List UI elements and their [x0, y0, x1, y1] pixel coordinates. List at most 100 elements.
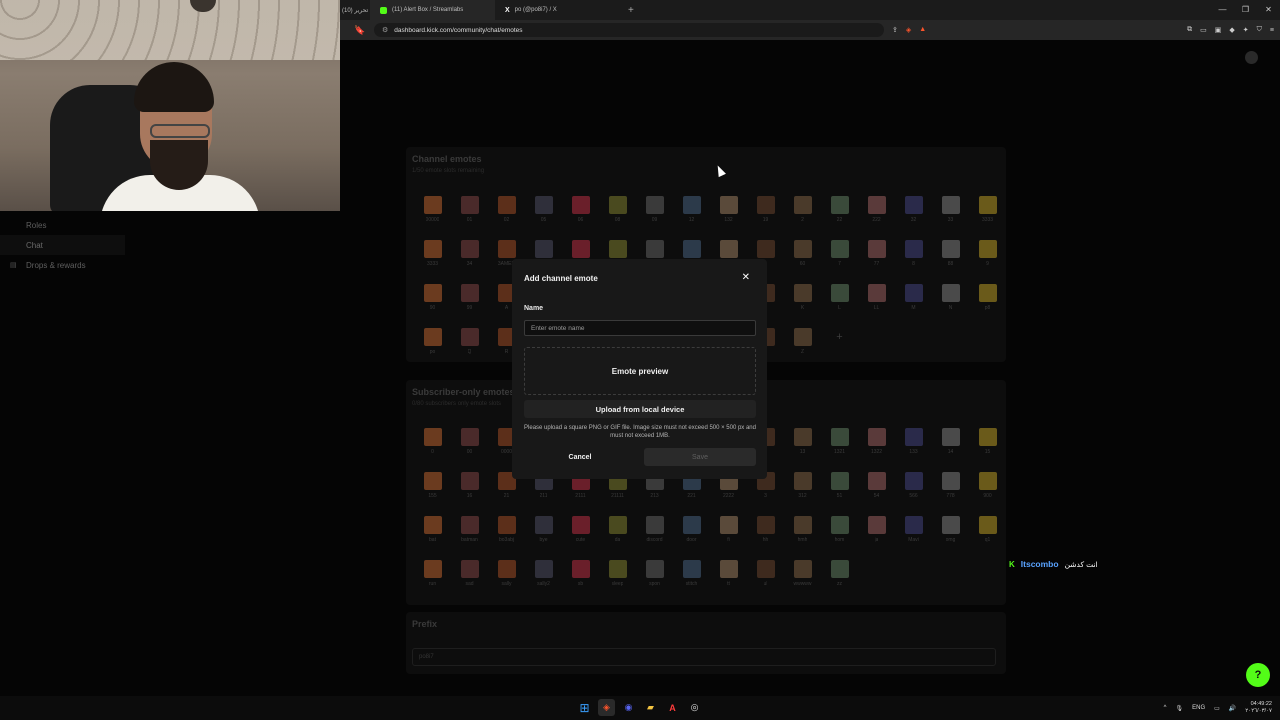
site-settings-icon[interactable]: ⚙	[382, 26, 388, 34]
brave-shields-icon[interactable]: ◈	[906, 26, 911, 34]
emote-tile[interactable]: da	[599, 516, 636, 560]
emote-tile[interactable]: door	[673, 516, 710, 560]
sidebar-toggle-icon[interactable]: ▭	[1200, 26, 1207, 34]
emote-tile[interactable]: 60	[784, 240, 821, 284]
sidebar-item-chat[interactable]: Chat	[0, 235, 125, 255]
emote-tile[interactable]: 8	[895, 240, 932, 284]
emote-tile[interactable]: 132	[710, 196, 747, 240]
emote-tile[interactable]: 00000	[414, 196, 451, 240]
emote-tile[interactable]: ul	[747, 560, 784, 604]
emote-tile[interactable]: bat	[414, 516, 451, 560]
emote-tile[interactable]: sad	[451, 560, 488, 604]
tab-1[interactable]: (11) Alert Box / Streamlabs	[370, 0, 495, 20]
obs-icon[interactable]: ◎	[686, 699, 703, 716]
emote-tile[interactable]: Q	[451, 328, 488, 372]
emote-tile[interactable]: 900	[969, 472, 1006, 516]
emote-tile[interactable]: 88	[932, 240, 969, 284]
emote-tile[interactable]: fi	[710, 516, 747, 560]
emote-tile[interactable]: 7	[821, 240, 858, 284]
tab-0[interactable]: (10) تحرير	[340, 0, 370, 20]
emote-tile[interactable]: wwwww	[784, 560, 821, 604]
url-field[interactable]: ⚙ dashboard.kick.com/community/chat/emot…	[374, 23, 884, 37]
emote-tile[interactable]: 33	[932, 196, 969, 240]
emote-tile[interactable]: 19	[747, 196, 784, 240]
language-indicator[interactable]: ENG	[1192, 705, 1205, 711]
help-chat-button[interactable]: ?	[1246, 663, 1270, 687]
sidebar-item-roles[interactable]: Roles	[0, 215, 125, 235]
emote-tile[interactable]: 22	[821, 196, 858, 240]
emote-tile[interactable]: 312	[784, 472, 821, 516]
emote-tile[interactable]: 1321	[821, 428, 858, 472]
emote-tile[interactable]: sally	[488, 560, 525, 604]
emote-tile[interactable]: 90	[414, 284, 451, 328]
upload-button[interactable]: Upload from local device	[524, 400, 756, 418]
emote-tile[interactable]: q1	[969, 516, 1006, 560]
clock[interactable]: 04:49:22 ٢٠٢٦/٠٣/٠٧	[1245, 701, 1272, 715]
emote-tile[interactable]: Z	[784, 328, 821, 372]
emote-tile[interactable]: hh	[747, 516, 784, 560]
emote-tile[interactable]: 00	[451, 428, 488, 472]
microphone-icon[interactable]: 🎙	[1176, 705, 1184, 712]
emote-tile[interactable]: zz	[821, 560, 858, 604]
share-icon[interactable]: ⇪	[892, 26, 898, 34]
emote-name-input[interactable]	[524, 320, 756, 336]
emote-tile[interactable]: 54	[858, 472, 895, 516]
tab-2[interactable]: X po (@po8i7) / X	[495, 0, 620, 20]
emote-tile[interactable]: 14	[932, 428, 969, 472]
emote-tile[interactable]: 34	[451, 240, 488, 284]
emote-tile[interactable]: po	[414, 328, 451, 372]
shield-icon[interactable]: ⛉	[1257, 26, 1262, 34]
emote-tile[interactable]: 15	[969, 428, 1006, 472]
emote-tile[interactable]: 3333	[969, 196, 1006, 240]
file-explorer-icon[interactable]: ▰	[642, 699, 659, 716]
emote-tile[interactable]: 0	[414, 428, 451, 472]
emote-tile[interactable]: sally2	[525, 560, 562, 604]
emote-tile[interactable]: 9	[969, 240, 1006, 284]
emote-tile[interactable]: K	[784, 284, 821, 328]
add-emote-button[interactable]: +	[821, 328, 858, 372]
emote-tile[interactable]: bye	[525, 516, 562, 560]
network-icon[interactable]: ▭	[1214, 705, 1220, 712]
emote-tile[interactable]: p8	[969, 284, 1006, 328]
emote-tile[interactable]: 51	[821, 472, 858, 516]
emote-tile[interactable]: M	[895, 284, 932, 328]
new-tab-button[interactable]: +	[620, 5, 642, 16]
emote-tile[interactable]: 01	[451, 196, 488, 240]
emote-tile[interactable]: 222	[858, 196, 895, 240]
emote-tile[interactable]: batman	[451, 516, 488, 560]
emote-tile[interactable]: 08	[599, 196, 636, 240]
emote-tile[interactable]: N	[932, 284, 969, 328]
emote-tile[interactable]: Mavi	[895, 516, 932, 560]
leo-icon[interactable]: ✦	[1243, 26, 1249, 34]
emote-tile[interactable]: 13	[784, 428, 821, 472]
brave-browser-icon[interactable]: ◈	[598, 699, 615, 716]
emote-tile[interactable]: 2	[784, 196, 821, 240]
emote-tile[interactable]: hmh	[784, 516, 821, 560]
emote-tile[interactable]: 16	[451, 472, 488, 516]
emote-tile[interactable]: 05	[525, 196, 562, 240]
emote-tile[interactable]: 09	[636, 196, 673, 240]
menu-icon[interactable]: ≡	[1270, 27, 1274, 34]
adobe-icon[interactable]: A	[664, 699, 681, 716]
wallet-icon[interactable]: ▣	[1215, 26, 1222, 34]
emote-tile[interactable]: sleep	[599, 560, 636, 604]
vpn-icon[interactable]: ◆	[1229, 26, 1234, 34]
emote-tile[interactable]: stitch	[673, 560, 710, 604]
save-button[interactable]: Save	[644, 448, 756, 466]
emote-tile[interactable]: 155	[414, 472, 451, 516]
emote-tile[interactable]: hom	[821, 516, 858, 560]
emote-tile[interactable]: 778	[932, 472, 969, 516]
discord-icon[interactable]: ◉	[620, 699, 637, 716]
windows-start-icon[interactable]: ⊞	[576, 699, 593, 716]
emote-tile[interactable]: 12	[673, 196, 710, 240]
bookmark-icon[interactable]: 🔖	[354, 25, 370, 36]
tray-overflow-icon[interactable]: ^	[1164, 705, 1167, 711]
extensions-icon[interactable]: ⧉	[1187, 26, 1192, 34]
emote-tile[interactable]: LL	[858, 284, 895, 328]
emote-tile[interactable]: tt	[710, 560, 747, 604]
close-icon[interactable]: ✕	[742, 272, 750, 284]
emote-tile[interactable]: 3333	[414, 240, 451, 284]
emote-tile[interactable]: cute	[562, 516, 599, 560]
emote-tile[interactable]: discord	[636, 516, 673, 560]
emote-tile[interactable]: 32	[895, 196, 932, 240]
